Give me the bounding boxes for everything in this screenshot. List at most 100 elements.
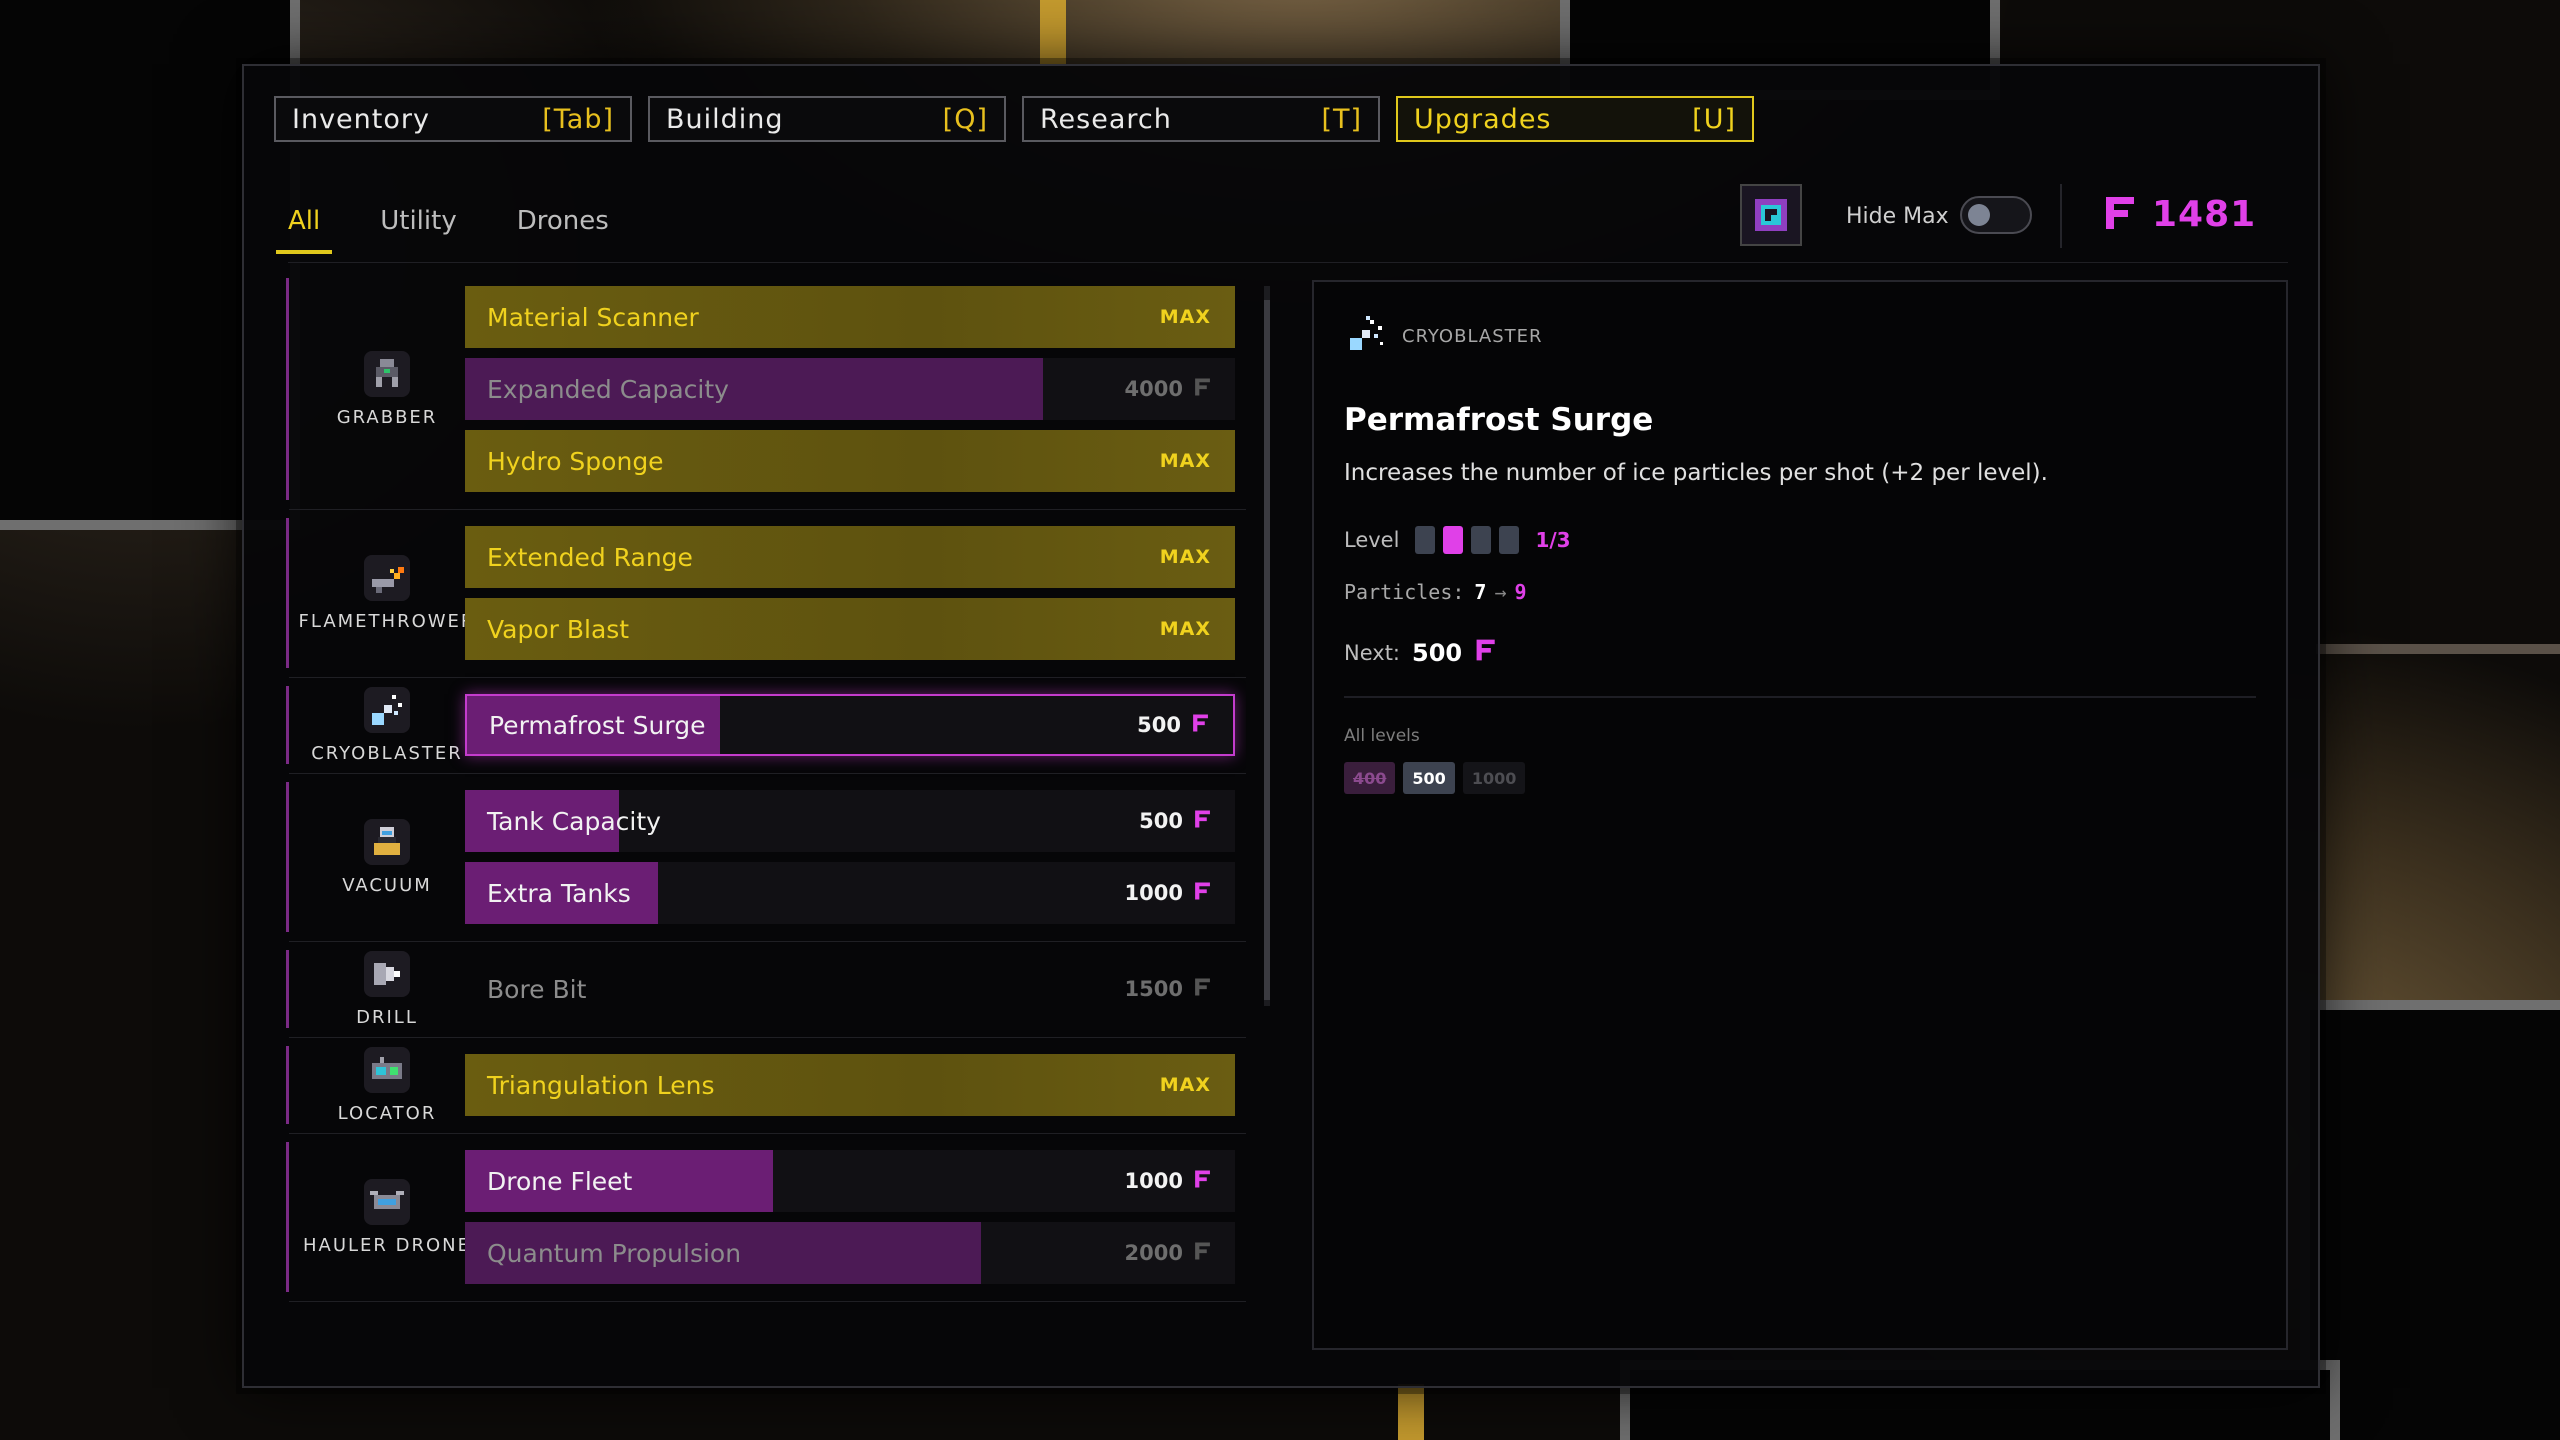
filter-tab-all[interactable]: All [275,206,333,254]
level-pip [1471,526,1492,554]
cryoblaster-icon [1344,312,1388,360]
divider [2060,184,2062,248]
upgrade-group: HAULER DRONE Drone Fleet 1000 Quantum Propu… [286,1142,1246,1302]
upgrade-row[interactable]: Bore Bit 1500 [465,958,1235,1020]
detail-description: Increases the number of ice particles pe… [1344,460,2048,486]
upgrade-price: MAX [1160,546,1211,568]
elevator-shaft [1040,0,1066,64]
f-currency-icon [1193,1241,1211,1266]
detail-category-label: CRYOBLASTER [1402,325,1543,347]
upgrade-list[interactable]: GRABBER Material Scanner MAX Expanded Capac… [286,278,1246,1322]
tab-building[interactable]: Building [Q] [648,96,1006,142]
locator-icon [364,1046,410,1093]
next-cost: Next: 500 [1344,638,1496,667]
category-label: HAULER DRONE [302,1234,472,1256]
grabber-icon [364,350,410,397]
tab-label: Upgrades [1414,103,1552,135]
pipe [2316,644,2560,654]
next-price: 500 [1412,638,1463,667]
category-label: GRABBER [336,406,438,428]
upgrade-row[interactable]: Permafrost Surge 500 [465,694,1235,756]
category-header: CRYOBLASTER [289,686,485,764]
f-currency-icon [1193,1169,1211,1194]
filter-tab-drones[interactable]: Drones [517,206,609,254]
divider [1344,696,2256,698]
stat-label: Particles: [1344,580,1465,604]
detail-title: Permafrost Surge [1344,402,1654,438]
upgrade-price-value: MAX [1159,618,1211,640]
all-levels-label: All levels [1344,726,1420,746]
upgrade-name: Drone Fleet [487,1166,633,1196]
f-currency-icon [1193,977,1211,1002]
category-label: LOCATOR [337,1102,437,1124]
f-currency-icon [1193,809,1211,834]
divider [288,262,2288,263]
next-label: Next: [1344,640,1400,665]
stat-line: Particles: 7 → 9 [1344,580,1527,604]
upgrade-name: Extra Tanks [487,878,631,908]
upgrade-price-value: 4000 [1124,377,1183,401]
category-header: GRABBER [289,278,485,500]
upgrade-name: Expanded Capacity [487,374,729,404]
upgrade-price: 500 [1137,713,1209,738]
upgrade-name: Material Scanner [487,302,699,332]
tab-hotkey: [Tab] [542,103,614,135]
upgrade-price: 1000 [1125,881,1211,906]
tab-hotkey: [U] [1692,103,1736,135]
vacuum-icon [364,818,410,865]
upgrade-row[interactable]: Tank Capacity 500 [465,790,1235,852]
upgrade-price-value: 1500 [1124,977,1183,1001]
upgrade-price-value: 1000 [1124,881,1183,905]
stat-from: 7 [1474,580,1487,604]
category-label: FLAMETHROWER [298,610,476,632]
scrollbar-thumb[interactable] [1264,300,1270,1000]
upgrade-row[interactable]: Expanded Capacity 4000 [465,358,1235,420]
tab-upgrades[interactable]: Upgrades [U] [1396,96,1754,142]
level-price-chip: 1000 [1462,762,1526,794]
hide-max-label: Hide Max [1846,204,1949,229]
all-levels-chips: 400 500 1000 [1344,762,1526,794]
upgrade-detail-panel: CRYOBLASTER Permafrost Surge Increases t… [1312,280,2288,1350]
upgrade-row[interactable]: Extended Range MAX [465,526,1235,588]
upgrade-row[interactable]: Material Scanner MAX [465,286,1235,348]
upgrade-row[interactable]: Extra Tanks 1000 [465,862,1235,924]
currency-display: 1481 [2102,194,2256,235]
scrollbar[interactable] [1264,286,1270,1006]
f-currency-icon [1191,713,1209,738]
upgrade-price: 500 [1139,809,1211,834]
upgrade-price: 1000 [1125,1169,1211,1194]
upgrades-modal: Inventory [Tab] Building [Q] Research [T… [242,64,2320,1388]
f-currency-icon [1193,881,1211,906]
upgrade-row[interactable]: Triangulation Lens MAX [465,1054,1235,1116]
chip-icon[interactable] [1740,184,1802,246]
currency-amount: 1481 [2152,194,2257,235]
tab-research[interactable]: Research [T] [1022,96,1380,142]
upgrade-row[interactable]: Drone Fleet 1000 [465,1150,1235,1212]
drill-icon [364,950,410,997]
upgrade-row[interactable]: Vapor Blast MAX [465,598,1235,660]
upgrade-price: MAX [1160,618,1211,640]
toggle-knob [1968,204,1990,226]
upgrade-name: Permafrost Surge [489,710,706,740]
upgrade-price: MAX [1160,450,1211,472]
category-header: FLAMETHROWER [289,518,485,668]
upgrade-price-value: MAX [1159,450,1211,472]
level-pip [1443,526,1464,554]
tab-inventory[interactable]: Inventory [Tab] [274,96,632,142]
tab-label: Research [1040,103,1172,135]
upgrade-price-value: 2000 [1124,1241,1183,1265]
filter-tab-bar: All Utility Drones [275,206,609,254]
level-pip [1499,526,1520,554]
category-header: DRILL [289,950,485,1028]
f-currency-icon [1193,377,1211,402]
upgrade-row[interactable]: Hydro Sponge MAX [465,430,1235,492]
upgrade-row[interactable]: Quantum Propulsion 2000 [465,1222,1235,1284]
upgrade-group: VACUUM Tank Capacity 500 Extra Tanks 1000 [286,782,1246,942]
level-value: 1/3 [1535,528,1571,552]
filter-tab-utility[interactable]: Utility [380,206,456,254]
category-label: CRYOBLASTER [311,742,463,764]
hide-max-toggle[interactable] [1960,196,2032,234]
elevator-shaft [1398,1384,1424,1440]
hauler-drone-icon [364,1178,410,1225]
level-pip [1415,526,1436,554]
